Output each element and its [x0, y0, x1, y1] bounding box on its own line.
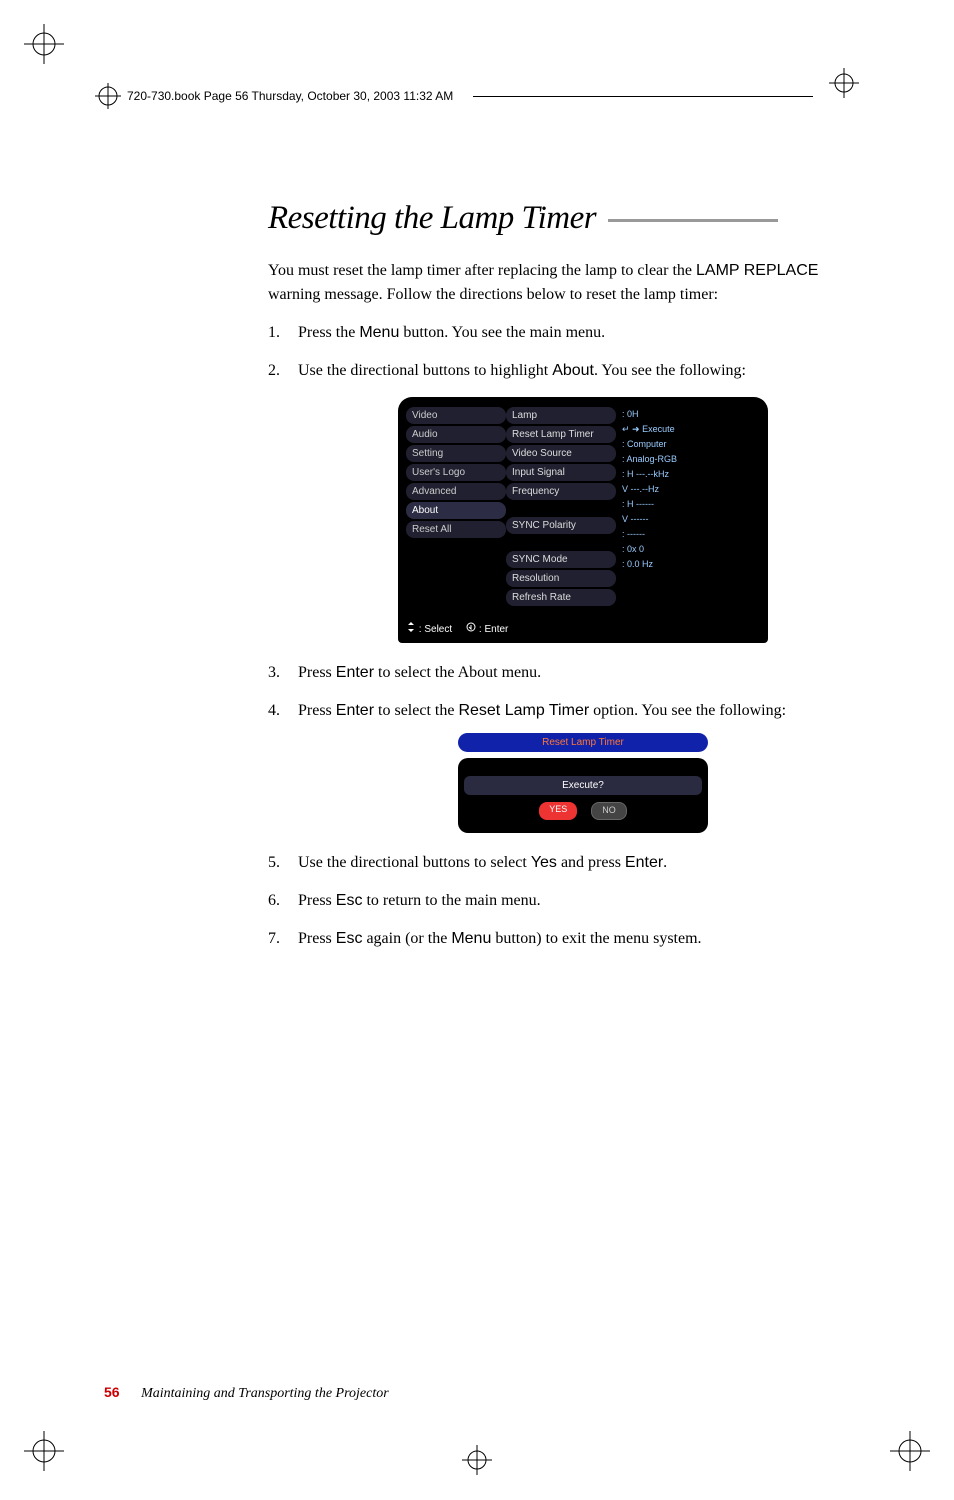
- step6-b: to return to the main menu.: [362, 892, 540, 909]
- step-5: Use the directional buttons to select Ye…: [268, 851, 868, 875]
- step6-a: Press: [298, 892, 336, 909]
- reset-lamp-timer-label: Reset Lamp Timer: [458, 702, 589, 719]
- osd-val-reset: ↵ ➜ Execute: [622, 422, 760, 437]
- osd-middle-menu: Lamp Reset Lamp Timer Video Source Input…: [506, 407, 616, 608]
- step7-b: again (or the: [362, 930, 451, 947]
- osd-val-source: : Computer: [622, 437, 760, 452]
- no-button: NO: [591, 802, 627, 820]
- osd-item-resetall: Reset All: [406, 521, 506, 538]
- print-header: 720-730.book Page 56 Thursday, October 3…: [0, 83, 954, 109]
- osd-item-userslogo: User's Logo: [406, 464, 506, 481]
- intro-paragraph: You must reset the lamp timer after repl…: [268, 259, 868, 307]
- osd-footer: : Select : Enter: [406, 622, 760, 637]
- step-4: Press Enter to select the Reset Lamp Tim…: [268, 699, 868, 833]
- esc-label-2: Esc: [336, 930, 363, 947]
- about-label: About: [552, 362, 594, 379]
- osd-mid-inputsignal: Input Signal: [506, 464, 616, 481]
- step3-b: to select the About menu.: [374, 664, 541, 681]
- osd-mid-syncpolarity: SYNC Polarity: [506, 517, 616, 534]
- updown-icon: [406, 622, 416, 632]
- osd-mid-syncmode: SYNC Mode: [506, 551, 616, 568]
- menu-button-label: Menu: [359, 324, 399, 341]
- osd-mid-reset: Reset Lamp Timer: [506, 426, 616, 443]
- step3-a: Press: [298, 664, 336, 681]
- step1-a: Press the: [298, 324, 359, 341]
- page-number: 56: [104, 1384, 120, 1400]
- osd-footer-select: : Select: [406, 622, 452, 637]
- step4-a: Press: [298, 702, 336, 719]
- header-text: 720-730.book Page 56 Thursday, October 3…: [127, 89, 453, 103]
- osd-mid-spacer1: [506, 502, 616, 517]
- osd-mid-frequency: Frequency: [506, 483, 616, 500]
- dialog-black-bar: [464, 764, 702, 772]
- enter-label-2: Enter: [336, 702, 374, 719]
- step5-a: Use the directional buttons to select: [298, 854, 531, 871]
- intro-text-b: warning message. Follow the directions b…: [268, 286, 718, 303]
- intro-text-a: You must reset the lamp timer after repl…: [268, 262, 696, 279]
- osd-footer-enter: : Enter: [466, 622, 508, 637]
- crop-mark-bottom-center: [462, 1445, 492, 1480]
- step5-b: and press: [557, 854, 625, 871]
- osd-enter-label: : Enter: [479, 624, 508, 635]
- esc-label: Esc: [336, 892, 363, 909]
- yes-button: YES: [539, 802, 577, 820]
- enter-label-3: Enter: [625, 854, 663, 871]
- steps-list: Press the Menu button. You see the main …: [268, 321, 868, 951]
- osd-mid-resolution: Resolution: [506, 570, 616, 587]
- yes-label: Yes: [531, 854, 557, 871]
- page-footer: 56 Maintaining and Transporting the Proj…: [104, 1384, 389, 1402]
- step5-c: .: [663, 854, 667, 871]
- crop-mark-top-left: [24, 24, 64, 69]
- reset-lamp-dialog-screenshot: Reset Lamp Timer Execute? YES NO: [458, 733, 708, 833]
- osd-val-syncmode: : ------: [622, 527, 760, 542]
- enter-label: Enter: [336, 664, 374, 681]
- osd-item-about: About: [406, 502, 506, 519]
- osd-mid-refreshrate: Refresh Rate: [506, 589, 616, 606]
- chapter-title: Maintaining and Transporting the Project…: [141, 1386, 389, 1401]
- step4-c: option. You see the following:: [589, 702, 786, 719]
- step1-b: button. You see the main menu.: [399, 324, 605, 341]
- dialog-button-row: YES NO: [464, 799, 702, 823]
- menu-label-2: Menu: [451, 930, 491, 947]
- osd-item-advanced: Advanced: [406, 483, 506, 500]
- osd-val-signal: : Analog-RGB: [622, 452, 760, 467]
- osd-item-audio: Audio: [406, 426, 506, 443]
- osd-val-lamp: : 0H: [622, 407, 760, 422]
- lamp-replace-label: LAMP REPLACE: [696, 262, 818, 279]
- enter-icon: [466, 622, 476, 632]
- crop-mark-bottom-right: [890, 1431, 930, 1476]
- step-6: Press Esc to return to the main menu.: [268, 889, 868, 913]
- step-2: Use the directional buttons to highlight…: [268, 359, 868, 643]
- osd-left-menu: Video Audio Setting User's Logo Advanced…: [406, 407, 506, 608]
- osd-values: : 0H ↵ ➜ Execute : Computer : Analog-RGB…: [616, 407, 760, 608]
- osd-mid-spacer2: [506, 536, 616, 551]
- step2-b: . You see the following:: [594, 362, 746, 379]
- osd-select-label: : Select: [419, 624, 452, 635]
- osd-val-sync-h: : H ------: [622, 497, 760, 512]
- dialog-title: Reset Lamp Timer: [458, 733, 708, 752]
- osd-about-screenshot: Video Audio Setting User's Logo Advanced…: [398, 397, 768, 643]
- step-3: Press Enter to select the About menu.: [268, 661, 868, 685]
- osd-val-resolution: : 0x 0: [622, 542, 760, 557]
- step-7: Press Esc again (or the Menu button) to …: [268, 927, 868, 951]
- page-title: Resetting the Lamp Timer: [268, 200, 868, 237]
- step-1: Press the Menu button. You see the main …: [268, 321, 868, 345]
- osd-mid-lamp: Lamp: [506, 407, 616, 424]
- osd-val-freq-v: V ---.--Hz: [622, 482, 760, 497]
- step2-a: Use the directional buttons to highlight: [298, 362, 552, 379]
- dialog-question: Execute?: [464, 776, 702, 795]
- step4-b: to select the: [374, 702, 458, 719]
- osd-val-refresh: : 0.0 Hz: [622, 557, 760, 572]
- osd-mid-videosource: Video Source: [506, 445, 616, 462]
- crop-mark-bottom-left: [24, 1431, 64, 1476]
- osd-val-sync-v: V ------: [622, 512, 760, 527]
- osd-val-freq-h: : H ---.--kHz: [622, 467, 760, 482]
- osd-item-setting: Setting: [406, 445, 506, 462]
- osd-item-video: Video: [406, 407, 506, 424]
- step7-c: button) to exit the menu system.: [491, 930, 701, 947]
- step7-a: Press: [298, 930, 336, 947]
